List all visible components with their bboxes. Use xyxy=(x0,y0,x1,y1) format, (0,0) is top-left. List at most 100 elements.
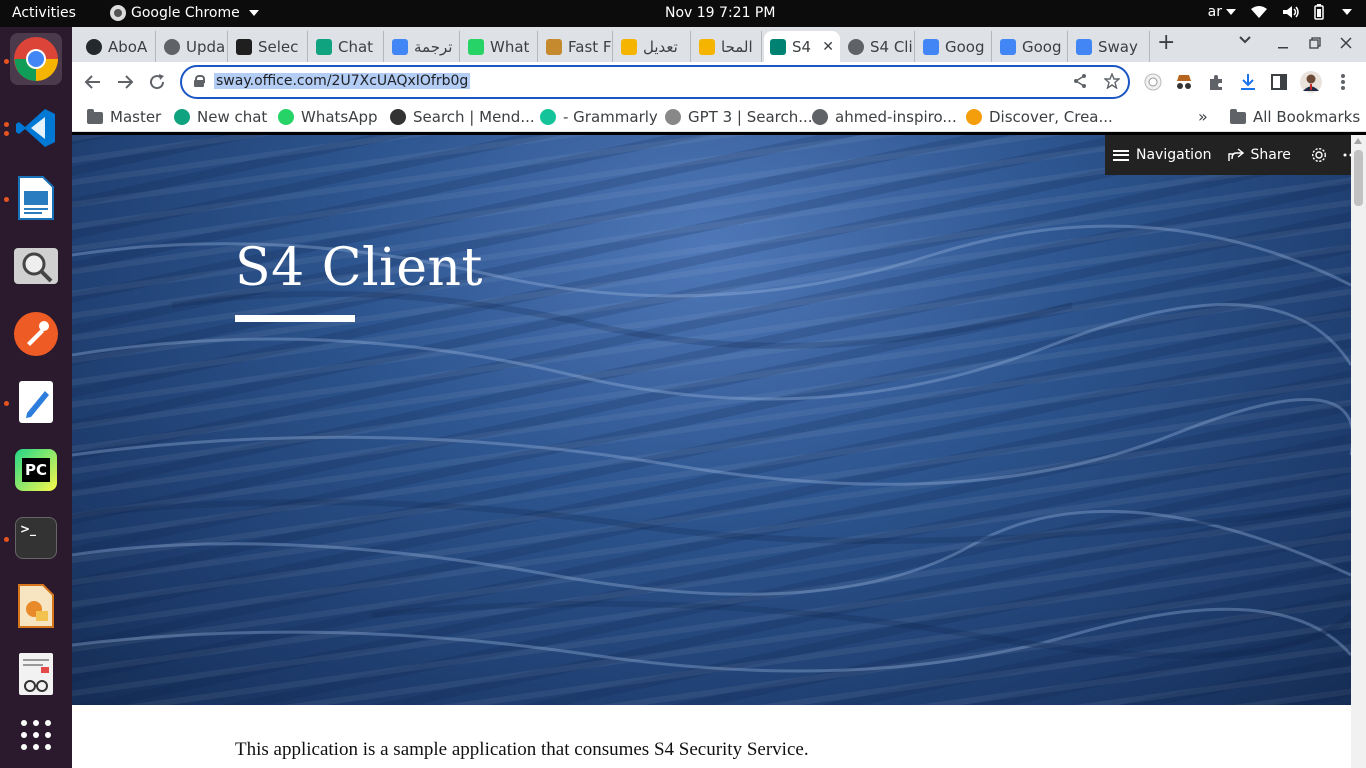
tab-label: Sway xyxy=(1098,37,1138,56)
extension-button-1[interactable] xyxy=(1141,70,1165,94)
more-bookmarks-button[interactable]: » xyxy=(1198,107,1208,126)
tab-label: S4 xyxy=(792,37,812,56)
settings-button[interactable] xyxy=(1311,147,1327,163)
back-button[interactable] xyxy=(81,70,105,94)
tab-2[interactable]: Upda xyxy=(158,31,228,62)
bookmark-5[interactable]: - Grammarly xyxy=(540,108,658,126)
grammarly-icon xyxy=(540,109,556,125)
tab-4[interactable]: Chat xyxy=(310,31,384,62)
dock-pycharm[interactable]: PC xyxy=(10,444,62,496)
volume-icon[interactable] xyxy=(1282,5,1300,19)
address-bar[interactable]: sway.office.com/2U7XcUAQxIOfrb0g xyxy=(180,65,1130,99)
bookmark-3[interactable]: WhatsApp xyxy=(278,108,378,126)
bookmark-label: ahmed-inspiro... xyxy=(835,108,957,126)
vertical-dots-icon xyxy=(1341,74,1345,90)
hamburger-icon xyxy=(1113,149,1129,161)
close-tab-icon[interactable]: ✕ xyxy=(822,39,834,55)
dock-vscode[interactable] xyxy=(10,102,62,154)
extensions-button[interactable] xyxy=(1204,70,1228,94)
running-indicator xyxy=(4,131,9,136)
tab-13[interactable]: Goog xyxy=(994,31,1068,62)
navigation-label: Navigation xyxy=(1136,147,1212,163)
tab-1[interactable]: AboA xyxy=(80,31,156,62)
bookmark-star-button[interactable] xyxy=(1103,72,1121,93)
forward-button[interactable] xyxy=(113,70,137,94)
side-panel-icon xyxy=(1271,74,1287,90)
tab-8[interactable]: تعديل xyxy=(615,31,691,62)
profile-avatar[interactable] xyxy=(1299,70,1323,94)
tab-6[interactable]: What xyxy=(462,31,538,62)
bookmark-6[interactable]: GPT 3 | Search... xyxy=(665,108,813,126)
share-button[interactable]: Share xyxy=(1227,147,1291,163)
bookmark-1[interactable]: Master xyxy=(87,108,161,126)
clock[interactable]: Nov 19 7:21 PM xyxy=(665,5,775,21)
restore-button[interactable] xyxy=(1309,33,1321,54)
bookmarks-bar: Master New chat WhatsApp Search | Mend... - … xyxy=(72,102,1366,132)
bookmark-7[interactable]: ahmed-inspiro... xyxy=(812,108,957,126)
star-icon xyxy=(1103,72,1121,90)
show-applications-button[interactable] xyxy=(10,709,62,761)
bookmark-8[interactable]: Discover, Crea... xyxy=(966,108,1113,126)
scrollbar-thumb[interactable] xyxy=(1354,150,1363,206)
share-page-button[interactable] xyxy=(1072,73,1088,93)
bookmark-label: Master xyxy=(110,108,162,126)
title-underline xyxy=(235,315,355,322)
running-indicator xyxy=(4,401,9,406)
chrome-menu-button[interactable] xyxy=(1331,70,1355,94)
battery-icon[interactable] xyxy=(1314,4,1324,20)
google-translate-icon xyxy=(392,38,408,55)
dock-postman[interactable] xyxy=(10,308,62,360)
new-tab-button[interactable]: + xyxy=(1157,30,1175,55)
side-panel-button[interactable] xyxy=(1267,70,1291,94)
dock-chrome[interactable] xyxy=(10,33,62,85)
dock-image-viewer[interactable] xyxy=(10,240,62,292)
tab-search-button[interactable] xyxy=(1238,33,1252,49)
dock-text-editor[interactable] xyxy=(10,376,62,428)
arrow-right-icon xyxy=(118,75,134,89)
dock-terminal[interactable]: >_ xyxy=(10,512,62,564)
scroll-up-arrow[interactable] xyxy=(1354,138,1362,144)
whatsapp-icon xyxy=(468,38,484,55)
dock-presentation-app[interactable] xyxy=(10,580,62,632)
extension-button-2[interactable] xyxy=(1172,70,1196,94)
activities-button[interactable]: Activities xyxy=(12,5,76,21)
tab-label: ترجمة xyxy=(414,37,453,56)
close-icon xyxy=(1340,37,1352,49)
tab-label: المحا xyxy=(721,37,753,56)
system-tray[interactable]: ar xyxy=(1208,4,1352,20)
tab-3[interactable]: Selec xyxy=(230,31,308,62)
tab-10[interactable]: S4 ✕ xyxy=(764,31,840,62)
page-scrollbar[interactable] xyxy=(1351,135,1366,768)
minimize-button[interactable] xyxy=(1277,33,1289,54)
chrome-icon xyxy=(14,37,58,81)
all-bookmarks-button[interactable]: All Bookmarks xyxy=(1230,108,1360,126)
running-indicator xyxy=(4,59,9,64)
dock-document-viewer[interactable] xyxy=(10,648,62,700)
url-text[interactable]: sway.office.com/2U7XcUAQxIOfrb0g xyxy=(214,73,471,89)
bookmark-4[interactable]: Search | Mend... xyxy=(390,108,535,126)
tab-11[interactable]: S4 Cli xyxy=(842,31,915,62)
keyboard-layout-indicator[interactable]: ar xyxy=(1208,4,1236,20)
running-indicator xyxy=(4,537,9,542)
google-translate-icon xyxy=(1000,38,1016,55)
tab-14[interactable]: Sway xyxy=(1070,31,1150,62)
tab-7[interactable]: Fast F xyxy=(540,31,613,62)
lock-icon[interactable] xyxy=(194,75,205,87)
app-menu[interactable]: Google Chrome xyxy=(110,5,259,21)
tab-5[interactable]: ترجمة xyxy=(386,31,460,62)
downloads-button[interactable] xyxy=(1236,70,1260,94)
share-icon xyxy=(1074,74,1086,88)
tab-12[interactable]: Goog xyxy=(917,31,992,62)
folder-icon xyxy=(87,109,103,124)
navigation-button[interactable]: Navigation xyxy=(1113,147,1212,163)
dock-libreoffice-impress[interactable] xyxy=(10,172,62,224)
github-icon xyxy=(86,38,102,55)
close-window-button[interactable] xyxy=(1340,33,1352,54)
bookmark-2[interactable]: New chat xyxy=(174,108,267,126)
wifi-icon[interactable] xyxy=(1250,5,1268,19)
system-menu-chevron-icon[interactable] xyxy=(1342,9,1352,15)
reload-button[interactable] xyxy=(145,70,169,94)
tab-9[interactable]: المحا xyxy=(693,31,762,62)
incognito-mask-icon xyxy=(1177,75,1191,89)
more-options-button[interactable] xyxy=(1343,153,1351,157)
